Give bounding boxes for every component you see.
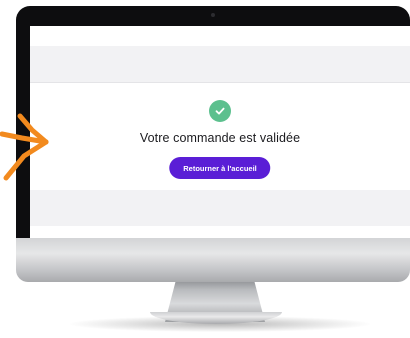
- arrow-icon: [0, 113, 49, 181]
- footer-band: [30, 190, 410, 226]
- monitor: Votre commande est validée Retourner à l…: [16, 6, 410, 282]
- confirmation-panel: Votre commande est validée Retourner à l…: [30, 82, 410, 190]
- scene: Votre commande est validée Retourner à l…: [0, 0, 410, 338]
- check-circle-icon: [209, 100, 231, 122]
- return-home-button[interactable]: Retourner à l'accueil: [169, 157, 271, 179]
- screen: Votre commande est validée Retourner à l…: [30, 26, 410, 238]
- monitor-chin: [16, 238, 410, 282]
- header-band: [30, 46, 410, 82]
- camera-dot: [211, 13, 215, 17]
- confirmation-message: Votre commande est validée: [139, 131, 301, 145]
- checkmark-icon: [215, 107, 225, 115]
